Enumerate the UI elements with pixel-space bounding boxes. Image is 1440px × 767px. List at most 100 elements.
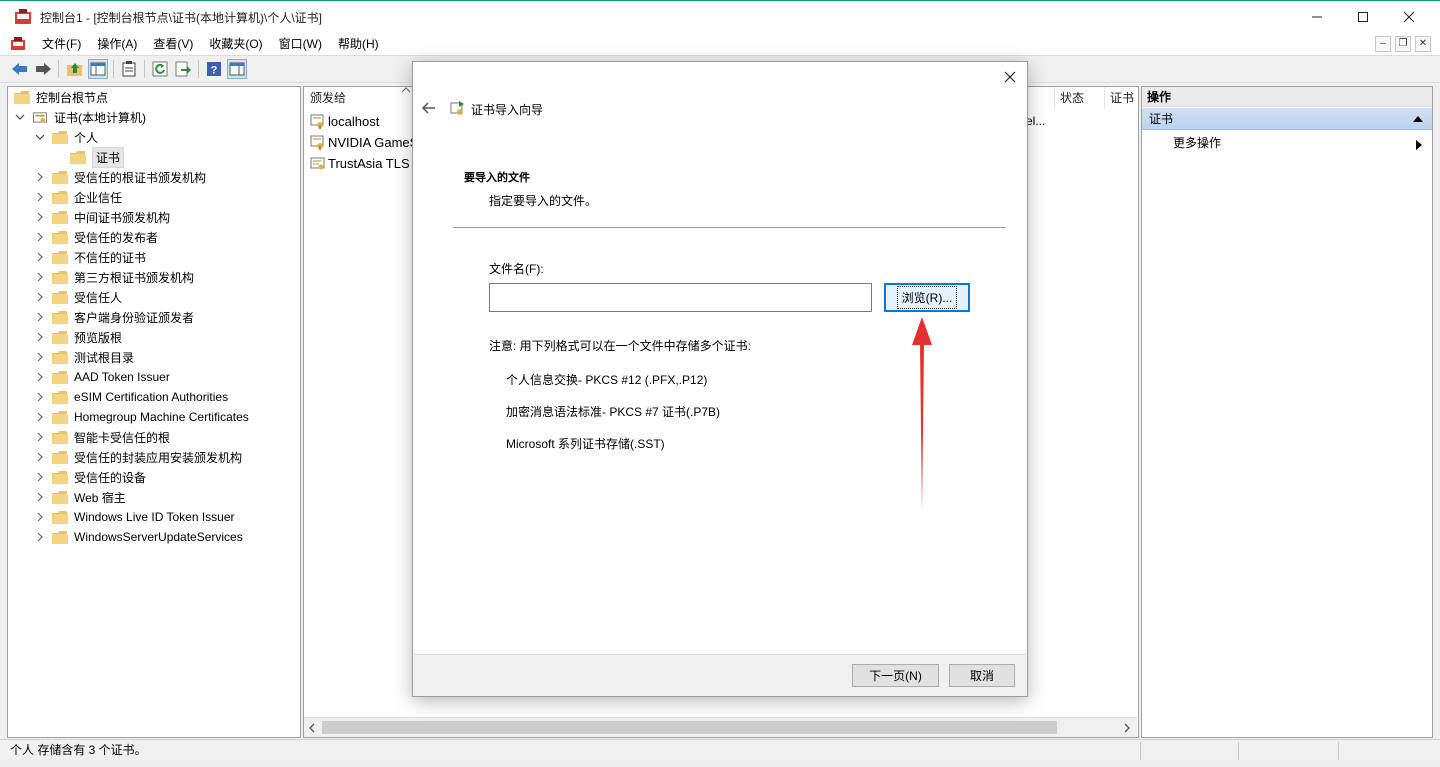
chevron-right-icon[interactable]: [34, 191, 46, 203]
up-one-level-button[interactable]: [65, 59, 85, 79]
tree-node-root[interactable]: 控制台根节点: [14, 87, 108, 107]
formats-note: 注意: 用下列格式可以在一个文件中存储多个证书:: [489, 339, 752, 353]
svg-text:?: ?: [211, 65, 218, 77]
menu-window[interactable]: 窗口(W): [271, 33, 330, 55]
tree-node-certificates-selected[interactable]: 证书: [70, 146, 125, 168]
tree-node-folder[interactable]: 受信任人: [34, 287, 122, 307]
tree-label: 中间证书颁发机构: [74, 210, 171, 225]
chevron-right-icon[interactable]: [34, 431, 46, 443]
maximize-button[interactable]: [1340, 1, 1386, 33]
more-actions-item[interactable]: 更多操作: [1173, 134, 1221, 151]
scroll-right-icon[interactable]: [1123, 723, 1131, 733]
close-window-button[interactable]: [1386, 1, 1432, 33]
column-header-status[interactable]: 状态: [1054, 87, 1102, 109]
forward-button[interactable]: [33, 59, 53, 79]
refresh-button[interactable]: [150, 59, 170, 79]
mdi-restore-button[interactable]: ❐: [1395, 36, 1411, 52]
dialog-close-button[interactable]: [1001, 68, 1019, 86]
chevron-right-icon[interactable]: [34, 471, 46, 483]
chevron-right-icon[interactable]: [34, 231, 46, 243]
chevron-down-icon[interactable]: [14, 111, 26, 123]
chevron-right-icon[interactable]: [34, 511, 46, 523]
dialog-footer: 下一页(N) 取消: [413, 654, 1027, 696]
minimize-button[interactable]: [1294, 1, 1340, 33]
column-header-cert[interactable]: 证书: [1104, 87, 1138, 109]
submenu-arrow-icon[interactable]: [1416, 140, 1422, 150]
browse-button[interactable]: 浏览(R)...: [884, 283, 970, 312]
tree-label: eSIM Certification Authorities: [74, 390, 229, 404]
tree-node-folder[interactable]: 智能卡受信任的根: [34, 427, 170, 447]
show-hide-tree-button[interactable]: [88, 59, 108, 79]
tree-node-folder[interactable]: 受信任的设备: [34, 467, 146, 487]
menu-favorites[interactable]: 收藏夹(O): [201, 33, 270, 55]
help-icon: ?: [207, 62, 221, 77]
tree-node-folder[interactable]: 受信任的发布者: [34, 227, 158, 247]
help-button[interactable]: ?: [204, 59, 224, 79]
menu-action[interactable]: 操作(A): [89, 33, 145, 55]
tree-node-folder[interactable]: 预览版根: [34, 327, 122, 347]
menu-help[interactable]: 帮助(H): [330, 33, 387, 55]
chevron-right-icon[interactable]: [34, 271, 46, 283]
chevron-down-icon[interactable]: [34, 131, 46, 143]
properties-button[interactable]: [119, 59, 139, 79]
chevron-right-icon[interactable]: [34, 411, 46, 423]
tree-node-folder[interactable]: Windows Live ID Token Issuer: [34, 507, 235, 527]
chevron-right-icon[interactable]: [34, 531, 46, 543]
tree-label: Homegroup Machine Certificates: [74, 410, 249, 424]
chevron-right-icon[interactable]: [34, 351, 46, 363]
tree-node-folder[interactable]: WindowsServerUpdateServices: [34, 527, 243, 547]
scrollbar-thumb[interactable]: [322, 721, 1057, 734]
tree-node-folder[interactable]: AAD Token Issuer: [34, 367, 170, 387]
tree-node-folder[interactable]: 不信任的证书: [34, 247, 146, 267]
list-item-label: TrustAsia TLS R: [328, 155, 423, 171]
chevron-right-icon[interactable]: [34, 491, 46, 503]
column-header-issued-to[interactable]: 颁发给: [304, 87, 414, 109]
chevron-right-icon[interactable]: [34, 291, 46, 303]
tree-node-folder[interactable]: Web 宿主: [34, 487, 126, 507]
chevron-right-icon[interactable]: [34, 211, 46, 223]
tree-node-folder[interactable]: Homegroup Machine Certificates: [34, 407, 249, 427]
list-item[interactable]: TrustAsia TLS R: [310, 153, 423, 173]
tree-node-folder[interactable]: 受信任的封装应用安装颁发机构: [34, 447, 242, 467]
menu-file[interactable]: 文件(F): [34, 33, 89, 55]
mmc-app-icon: [15, 9, 31, 24]
chevron-right-icon[interactable]: [34, 171, 46, 183]
folder-icon: [52, 230, 68, 244]
chevron-right-icon[interactable]: [34, 331, 46, 343]
back-arrow-icon[interactable]: [421, 100, 437, 116]
refresh-icon: [152, 61, 168, 77]
tree-node-folder[interactable]: 测试根目录: [34, 347, 134, 367]
tree-node-folder[interactable]: 第三方根证书颁发机构: [34, 267, 194, 287]
tree-node-folder[interactable]: 受信任的根证书颁发机构: [34, 167, 206, 187]
menu-view[interactable]: 查看(V): [145, 33, 201, 55]
window-title: 控制台1 - [控制台根节点\证书(本地计算机)\个人\证书]: [40, 10, 323, 25]
chevron-right-icon[interactable]: [34, 311, 46, 323]
horizontal-scrollbar[interactable]: [304, 717, 1137, 737]
mmc-menu-icon[interactable]: [10, 37, 26, 51]
actions-group-certificates[interactable]: 证书: [1142, 108, 1432, 130]
tree-node-personal[interactable]: 个人: [34, 127, 98, 147]
maximize-icon: [1358, 12, 1368, 22]
tree-node-folder[interactable]: 中间证书颁发机构: [34, 207, 170, 227]
cancel-button[interactable]: 取消: [949, 664, 1015, 687]
show-hide-action-pane-button[interactable]: [227, 59, 247, 79]
chevron-right-icon[interactable]: [34, 391, 46, 403]
tree-node-folder[interactable]: 企业信任: [34, 187, 122, 207]
mdi-close-button[interactable]: ✕: [1415, 36, 1431, 52]
tree-node-folder[interactable]: eSIM Certification Authorities: [34, 387, 228, 407]
chevron-right-icon[interactable]: [34, 251, 46, 263]
tree-node-folder[interactable]: 客户端身份验证颁发者: [34, 307, 194, 327]
list-item[interactable]: NVIDIA GameS: [310, 132, 418, 152]
list-item[interactable]: localhost: [310, 111, 379, 131]
export-list-button[interactable]: [173, 59, 193, 79]
mdi-minimize-button[interactable]: –: [1375, 36, 1391, 52]
tree-node-cert-store[interactable]: 证书(本地计算机): [14, 107, 146, 127]
file-name-input[interactable]: [489, 283, 872, 312]
scroll-left-icon[interactable]: [308, 723, 316, 733]
chevron-right-icon[interactable]: [34, 451, 46, 463]
back-button[interactable]: [10, 59, 30, 79]
annotation-arrow: [912, 317, 932, 511]
next-button[interactable]: 下一页(N): [852, 664, 939, 687]
chevron-right-icon[interactable]: [34, 371, 46, 383]
collapse-up-icon[interactable]: [1413, 116, 1423, 122]
